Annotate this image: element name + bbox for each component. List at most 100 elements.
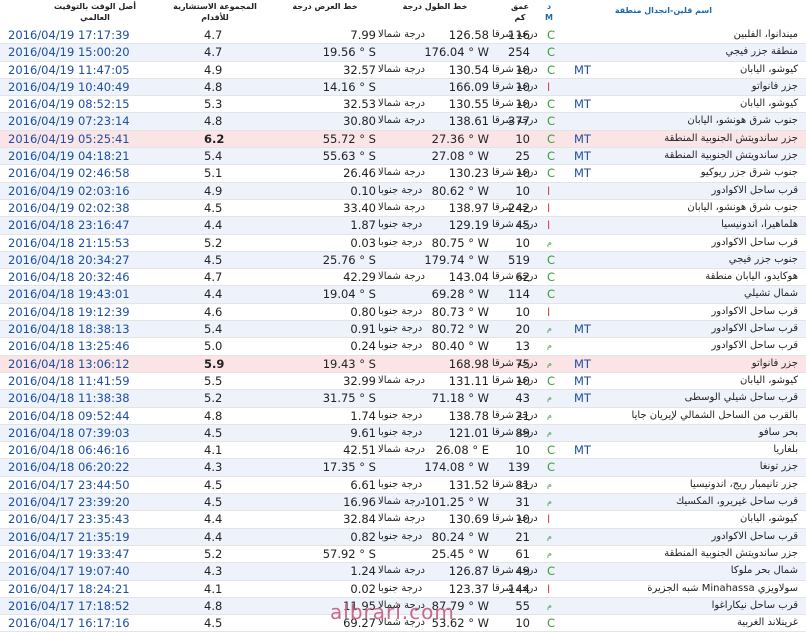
time-link[interactable]: 2016/04/19 05:25:41 [8, 131, 130, 147]
table-row: 2016/04/18 06:20:22 4.3 17.35 ° S 174.08 ° … [0, 459, 806, 477]
moment-tensor-link[interactable]: MT [574, 442, 591, 458]
latitude-value: 0.91 [350, 322, 376, 337]
longitude-value: 174.08 ° W [424, 460, 489, 475]
time-link[interactable]: 2016/04/17 17:18:52 [8, 598, 130, 614]
longitude-value: 80.24 ° W [431, 529, 489, 544]
region-name: هوكايدو، اليابان منطقة [705, 271, 798, 283]
region-name: قرب ساحل الاكوادور [711, 236, 798, 248]
longitude-value: 166.09 [448, 79, 489, 94]
time-link[interactable]: 2016/04/18 06:46:16 [8, 442, 130, 458]
time-link[interactable]: 2016/04/18 13:06:12 [8, 356, 130, 372]
time-link[interactable]: 2016/04/19 02:02:38 [8, 200, 130, 216]
longitude-value: 179.74 ° W [424, 252, 489, 267]
region-name: قرب ساحل الاكوادور [711, 323, 798, 335]
data-source-badge: م [547, 393, 552, 403]
time-link[interactable]: 2016/04/18 23:16:47 [8, 217, 130, 233]
region-name: جنوب شرق هونشو، اليابان [687, 115, 798, 127]
table-row: 2016/04/17 18:24:21 4.1 0.02 درجة جنوبا 123.… [0, 580, 806, 598]
depth-value: 10 [515, 443, 530, 458]
moment-tensor-link[interactable]: MT [574, 356, 591, 372]
latitude-unit: درجة شمالا [378, 63, 425, 75]
table-row: 2016/04/18 06:46:16 4.1 42.51 درجة شمالا 26.… [0, 442, 806, 460]
time-link[interactable]: 2016/04/18 19:43:01 [8, 286, 130, 302]
region-name: جزر فانواتو [751, 357, 798, 369]
time-link[interactable]: 2016/04/17 21:35:19 [8, 529, 130, 545]
latitude-unit: درجة جنوبا [378, 582, 423, 594]
time-link[interactable]: 2016/04/18 11:38:38 [8, 390, 130, 406]
region-name: قرب ساحل غيريرو، المكسيك [675, 496, 798, 508]
magnitude-value: 5.0 [204, 339, 223, 354]
moment-tensor-link[interactable]: MT [574, 373, 591, 389]
time-link[interactable]: 2016/04/17 23:39:20 [8, 494, 130, 510]
moment-tensor-link[interactable]: MT [574, 148, 591, 164]
time-link[interactable]: 2016/04/17 18:24:21 [8, 581, 130, 597]
moment-tensor-link[interactable]: MT [574, 165, 591, 181]
region-name: كيوشو، اليابان [740, 513, 798, 525]
magnitude-value: 5.2 [204, 546, 223, 561]
region-name: شمال تشيلي [743, 288, 798, 300]
data-source-badge: م [547, 324, 552, 334]
depth-value: 242 [508, 200, 530, 215]
time-link[interactable]: 2016/04/19 08:52:15 [8, 96, 130, 112]
time-link[interactable]: 2016/04/19 15:00:20 [8, 44, 130, 60]
time-link[interactable]: 2016/04/18 20:34:27 [8, 252, 130, 268]
depth-value: 10 [515, 97, 530, 112]
time-link[interactable]: 2016/04/18 07:39:03 [8, 425, 130, 441]
earthquake-table-body: 2016/04/19 17:17:39 4.7 7.99 درجة شمالا 126.… [0, 27, 806, 632]
longitude-value: 27.08 ° W [431, 149, 489, 164]
time-link[interactable]: 2016/04/19 07:23:14 [8, 113, 130, 129]
time-link[interactable]: 2016/04/17 23:44:50 [8, 477, 130, 493]
table-row: 2016/04/19 11:47:05 4.9 32.57 درجة شمالا 130… [0, 61, 806, 79]
moment-tensor-link[interactable]: MT [574, 96, 591, 112]
latitude-unit: درجة شمالا [378, 29, 425, 40]
time-link[interactable]: 2016/04/18 13:25:46 [8, 338, 130, 354]
data-source-badge: م [547, 600, 552, 610]
magnitude-value: 4.1 [204, 581, 223, 596]
time-link[interactable]: 2016/04/17 16:17:16 [8, 615, 130, 631]
time-link[interactable]: 2016/04/19 02:46:58 [8, 165, 130, 181]
longitude-value: 80.73 ° W [431, 304, 489, 319]
time-link[interactable]: 2016/04/19 04:18:21 [8, 148, 130, 164]
moment-tensor-link[interactable]: MT [574, 321, 591, 337]
latitude-value: 31.75 ° S [322, 391, 376, 406]
table-row: 2016/04/17 23:35:43 4.4 32.84 درجة شمالا 130… [0, 511, 806, 529]
table-row: 2016/04/18 20:32:46 4.7 42.29 درجة شمالا 143… [0, 269, 806, 287]
time-link[interactable]: 2016/04/19 17:17:39 [8, 27, 130, 43]
depth-value: 144 [508, 581, 530, 596]
time-link[interactable]: 2016/04/17 23:35:43 [8, 511, 130, 527]
latitude-unit: درجة شمالا [378, 167, 425, 179]
time-link[interactable]: 2016/04/18 21:15:53 [8, 235, 130, 251]
longitude-value: 80.40 ° W [431, 339, 489, 354]
depth-value: 10 [515, 235, 530, 250]
magnitude-value: 4.8 [204, 408, 223, 423]
time-link[interactable]: 2016/04/17 19:33:47 [8, 546, 130, 562]
moment-tensor-link[interactable]: MT [574, 131, 591, 147]
moment-tensor-link[interactable]: MT [574, 62, 591, 78]
longitude-value: 126.58 [448, 28, 489, 42]
longitude-value: 130.69 [448, 512, 489, 527]
latitude-value: 32.84 [343, 512, 376, 527]
magnitude-value: 5.9 [204, 356, 225, 371]
time-link[interactable]: 2016/04/18 19:12:39 [8, 304, 130, 320]
time-link[interactable]: 2016/04/18 06:20:22 [8, 459, 130, 475]
header-region[interactable]: اسم قلين-انجدال منطقة [592, 5, 712, 16]
data-source-badge: ا [547, 581, 551, 596]
depth-value: 254 [508, 45, 530, 60]
depth-value: 10 [515, 79, 530, 94]
time-link[interactable]: 2016/04/18 11:41:59 [8, 373, 130, 389]
table-row: 2016/04/18 07:39:03 4.5 9.61 درجة جنوبا 121.… [0, 424, 806, 443]
time-link[interactable]: 2016/04/19 10:40:49 [8, 79, 130, 95]
time-link[interactable]: 2016/04/18 20:32:46 [8, 269, 130, 285]
time-link[interactable]: 2016/04/17 19:07:40 [8, 563, 130, 579]
latitude-unit: درجة جنوبا [378, 426, 423, 438]
time-link[interactable]: 2016/04/19 11:47:05 [8, 62, 130, 78]
data-source-badge: C [547, 166, 556, 181]
table-row: 2016/04/18 18:38:13 5.4 0.91 درجة جنوبا 80.7… [0, 321, 806, 339]
latitude-value: 0.03 [350, 235, 376, 250]
moment-tensor-link[interactable]: MT [574, 390, 591, 406]
depth-value: 114 [508, 287, 530, 302]
header-dm: د M [545, 2, 553, 22]
time-link[interactable]: 2016/04/18 09:52:44 [8, 408, 130, 424]
time-link[interactable]: 2016/04/19 02:03:16 [8, 183, 130, 199]
time-link[interactable]: 2016/04/18 18:38:13 [8, 321, 130, 337]
